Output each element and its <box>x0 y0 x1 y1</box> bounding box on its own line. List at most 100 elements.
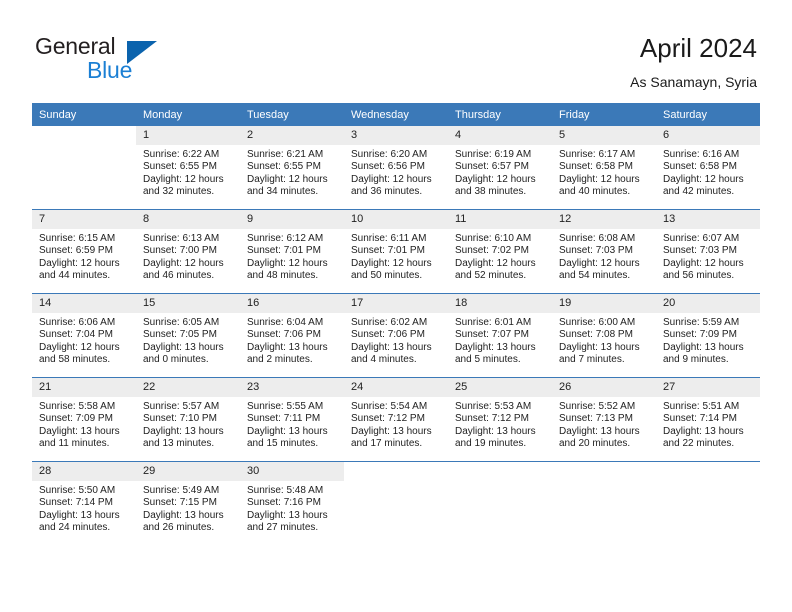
daylight-text-line1: Daylight: 12 hours <box>351 173 432 185</box>
daylight-text-line1: Daylight: 12 hours <box>455 257 536 269</box>
calendar-week-row: 7 Sunrise: 6:15 AM Sunset: 6:59 PM Daylight… <box>32 210 760 293</box>
calendar-day-cell[interactable]: 11 Sunrise: 6:10 AM Sunset: 7:02 PM Dayligh… <box>448 210 552 293</box>
daylight-text-line1: Daylight: 13 hours <box>143 425 224 437</box>
day-details: Sunrise: 6:05 AM Sunset: 7:05 PM Daylight:… <box>136 313 240 367</box>
daylight-text-line1: Daylight: 13 hours <box>39 509 120 521</box>
sunrise-text: Sunrise: 6:06 AM <box>39 317 116 328</box>
calendar-day-cell[interactable]: 6 Sunrise: 6:16 AM Sunset: 6:58 PM Daylight… <box>656 126 760 209</box>
title-block: April 2024 As Sanamayn, Syria <box>630 32 757 92</box>
calendar-day-cell[interactable]: 16 Sunrise: 6:04 AM Sunset: 7:06 PM Dayligh… <box>240 294 344 377</box>
daylight-text-line2: and 38 minutes. <box>455 186 527 198</box>
sunrise-text: Sunrise: 6:07 AM <box>663 233 740 244</box>
calendar-day-cell[interactable]: 26 Sunrise: 5:52 AM Sunset: 7:13 PM Dayligh… <box>552 378 656 461</box>
day-details: Sunrise: 6:16 AM Sunset: 6:58 PM Daylight:… <box>656 145 760 199</box>
sunrise-text: Sunrise: 6:08 AM <box>559 233 636 244</box>
day-details: Sunrise: 5:49 AM Sunset: 7:15 PM Daylight:… <box>136 481 240 535</box>
calendar-day-cell[interactable]: 21 Sunrise: 5:58 AM Sunset: 7:09 PM Dayligh… <box>32 378 136 461</box>
sunset-text: Sunset: 7:12 PM <box>351 413 425 425</box>
daylight-text-line1: Daylight: 12 hours <box>455 173 536 185</box>
sunrise-text: Sunrise: 5:49 AM <box>143 485 220 496</box>
weekday-header-sunday: Sunday <box>32 103 136 126</box>
calendar-day-cell[interactable]: 23 Sunrise: 5:55 AM Sunset: 7:11 PM Dayligh… <box>240 378 344 461</box>
sunset-text: Sunset: 7:16 PM <box>247 497 321 509</box>
calendar-day-cell[interactable]: 28 Sunrise: 5:50 AM Sunset: 7:14 PM Dayligh… <box>32 462 136 545</box>
calendar-day-cell[interactable]: 15 Sunrise: 6:05 AM Sunset: 7:05 PM Dayligh… <box>136 294 240 377</box>
calendar-day-cell[interactable]: 19 Sunrise: 6:00 AM Sunset: 7:08 PM Dayligh… <box>552 294 656 377</box>
sunset-text: Sunset: 7:14 PM <box>39 497 113 509</box>
day-number: 17 <box>344 294 448 313</box>
daylight-text-line1: Daylight: 12 hours <box>559 173 640 185</box>
day-number: 7 <box>32 210 136 229</box>
daylight-text-line2: and 42 minutes. <box>663 186 735 198</box>
calendar-day-cell[interactable]: 10 Sunrise: 6:11 AM Sunset: 7:01 PM Dayligh… <box>344 210 448 293</box>
calendar-day-cell[interactable]: 1 Sunrise: 6:22 AM Sunset: 6:55 PM Daylight… <box>136 126 240 209</box>
daylight-text-line1: Daylight: 13 hours <box>39 425 120 437</box>
day-number: 25 <box>448 378 552 397</box>
daylight-text-line2: and 48 minutes. <box>247 270 319 282</box>
calendar-day-cell[interactable]: 20 Sunrise: 5:59 AM Sunset: 7:09 PM Dayligh… <box>656 294 760 377</box>
brand-logo[interactable]: General Blue <box>35 33 235 89</box>
calendar-day-cell[interactable]: 2 Sunrise: 6:21 AM Sunset: 6:55 PM Daylight… <box>240 126 344 209</box>
sunrise-text: Sunrise: 5:54 AM <box>351 401 428 412</box>
day-number: 23 <box>240 378 344 397</box>
daylight-text-line1: Daylight: 12 hours <box>143 173 224 185</box>
day-details: Sunrise: 6:21 AM Sunset: 6:55 PM Daylight:… <box>240 145 344 199</box>
calendar-day-cell[interactable]: 7 Sunrise: 6:15 AM Sunset: 6:59 PM Daylight… <box>32 210 136 293</box>
sunrise-text: Sunrise: 5:57 AM <box>143 401 220 412</box>
day-details: Sunrise: 5:58 AM Sunset: 7:09 PM Daylight:… <box>32 397 136 451</box>
calendar-day-cell[interactable]: 17 Sunrise: 6:02 AM Sunset: 7:06 PM Dayligh… <box>344 294 448 377</box>
calendar-day-cell[interactable]: 3 Sunrise: 6:20 AM Sunset: 6:56 PM Daylight… <box>344 126 448 209</box>
daylight-text-line2: and 2 minutes. <box>247 354 313 366</box>
daylight-text-line2: and 58 minutes. <box>39 354 111 366</box>
day-details: Sunrise: 5:57 AM Sunset: 7:10 PM Daylight:… <box>136 397 240 451</box>
day-number: 30 <box>240 462 344 481</box>
daylight-text-line1: Daylight: 13 hours <box>351 341 432 353</box>
daylight-text-line1: Daylight: 13 hours <box>247 341 328 353</box>
sunset-text: Sunset: 7:07 PM <box>455 329 529 341</box>
day-number <box>552 462 656 481</box>
daylight-text-line2: and 17 minutes. <box>351 438 423 450</box>
calendar-day-cell[interactable]: 29 Sunrise: 5:49 AM Sunset: 7:15 PM Dayligh… <box>136 462 240 545</box>
sunset-text: Sunset: 6:58 PM <box>559 161 633 173</box>
calendar-day-cell[interactable]: 4 Sunrise: 6:19 AM Sunset: 6:57 PM Daylight… <box>448 126 552 209</box>
sunset-text: Sunset: 7:06 PM <box>247 329 321 341</box>
calendar-day-cell[interactable]: 22 Sunrise: 5:57 AM Sunset: 7:10 PM Dayligh… <box>136 378 240 461</box>
calendar-day-cell[interactable]: 24 Sunrise: 5:54 AM Sunset: 7:12 PM Dayligh… <box>344 378 448 461</box>
sunset-text: Sunset: 7:15 PM <box>143 497 217 509</box>
day-details: Sunrise: 6:19 AM Sunset: 6:57 PM Daylight:… <box>448 145 552 199</box>
calendar-day-cell[interactable]: 9 Sunrise: 6:12 AM Sunset: 7:01 PM Daylight… <box>240 210 344 293</box>
calendar-day-cell[interactable]: 14 Sunrise: 6:06 AM Sunset: 7:04 PM Dayligh… <box>32 294 136 377</box>
day-details: Sunrise: 5:50 AM Sunset: 7:14 PM Daylight:… <box>32 481 136 535</box>
sunrise-text: Sunrise: 6:20 AM <box>351 149 428 160</box>
day-details: Sunrise: 6:13 AM Sunset: 7:00 PM Daylight:… <box>136 229 240 283</box>
daylight-text-line1: Daylight: 13 hours <box>559 341 640 353</box>
day-number <box>344 462 448 481</box>
day-details: Sunrise: 5:54 AM Sunset: 7:12 PM Daylight:… <box>344 397 448 451</box>
calendar-day-cell[interactable]: 12 Sunrise: 6:08 AM Sunset: 7:03 PM Dayligh… <box>552 210 656 293</box>
daylight-text-line2: and 40 minutes. <box>559 186 631 198</box>
daylight-text-line1: Daylight: 13 hours <box>143 341 224 353</box>
calendar-day-cell[interactable]: 18 Sunrise: 6:01 AM Sunset: 7:07 PM Dayligh… <box>448 294 552 377</box>
day-details: Sunrise: 6:11 AM Sunset: 7:01 PM Daylight:… <box>344 229 448 283</box>
day-number: 8 <box>136 210 240 229</box>
calendar-day-cell[interactable]: 25 Sunrise: 5:53 AM Sunset: 7:12 PM Dayligh… <box>448 378 552 461</box>
sunset-text: Sunset: 7:08 PM <box>559 329 633 341</box>
daylight-text-line2: and 11 minutes. <box>39 438 110 450</box>
sunrise-text: Sunrise: 5:53 AM <box>455 401 532 412</box>
daylight-text-line2: and 26 minutes. <box>143 522 215 534</box>
daylight-text-line2: and 13 minutes. <box>143 438 215 450</box>
calendar-day-cell[interactable]: 8 Sunrise: 6:13 AM Sunset: 7:00 PM Daylight… <box>136 210 240 293</box>
sunrise-text: Sunrise: 6:01 AM <box>455 317 532 328</box>
day-number: 15 <box>136 294 240 313</box>
daylight-text-line2: and 32 minutes. <box>143 186 215 198</box>
daylight-text-line1: Daylight: 12 hours <box>143 257 224 269</box>
daylight-text-line2: and 27 minutes. <box>247 522 319 534</box>
day-details: Sunrise: 6:17 AM Sunset: 6:58 PM Daylight:… <box>552 145 656 199</box>
day-number: 26 <box>552 378 656 397</box>
calendar-day-cell[interactable]: 27 Sunrise: 5:51 AM Sunset: 7:14 PM Dayligh… <box>656 378 760 461</box>
calendar-day-cell[interactable]: 5 Sunrise: 6:17 AM Sunset: 6:58 PM Daylight… <box>552 126 656 209</box>
calendar-day-cell[interactable]: 13 Sunrise: 6:07 AM Sunset: 7:03 PM Dayligh… <box>656 210 760 293</box>
calendar-header-row: Sunday Monday Tuesday Wednesday Thursday… <box>32 103 760 126</box>
calendar-day-cell[interactable]: 30 Sunrise: 5:48 AM Sunset: 7:16 PM Dayligh… <box>240 462 344 545</box>
day-details: Sunrise: 6:02 AM Sunset: 7:06 PM Daylight:… <box>344 313 448 367</box>
